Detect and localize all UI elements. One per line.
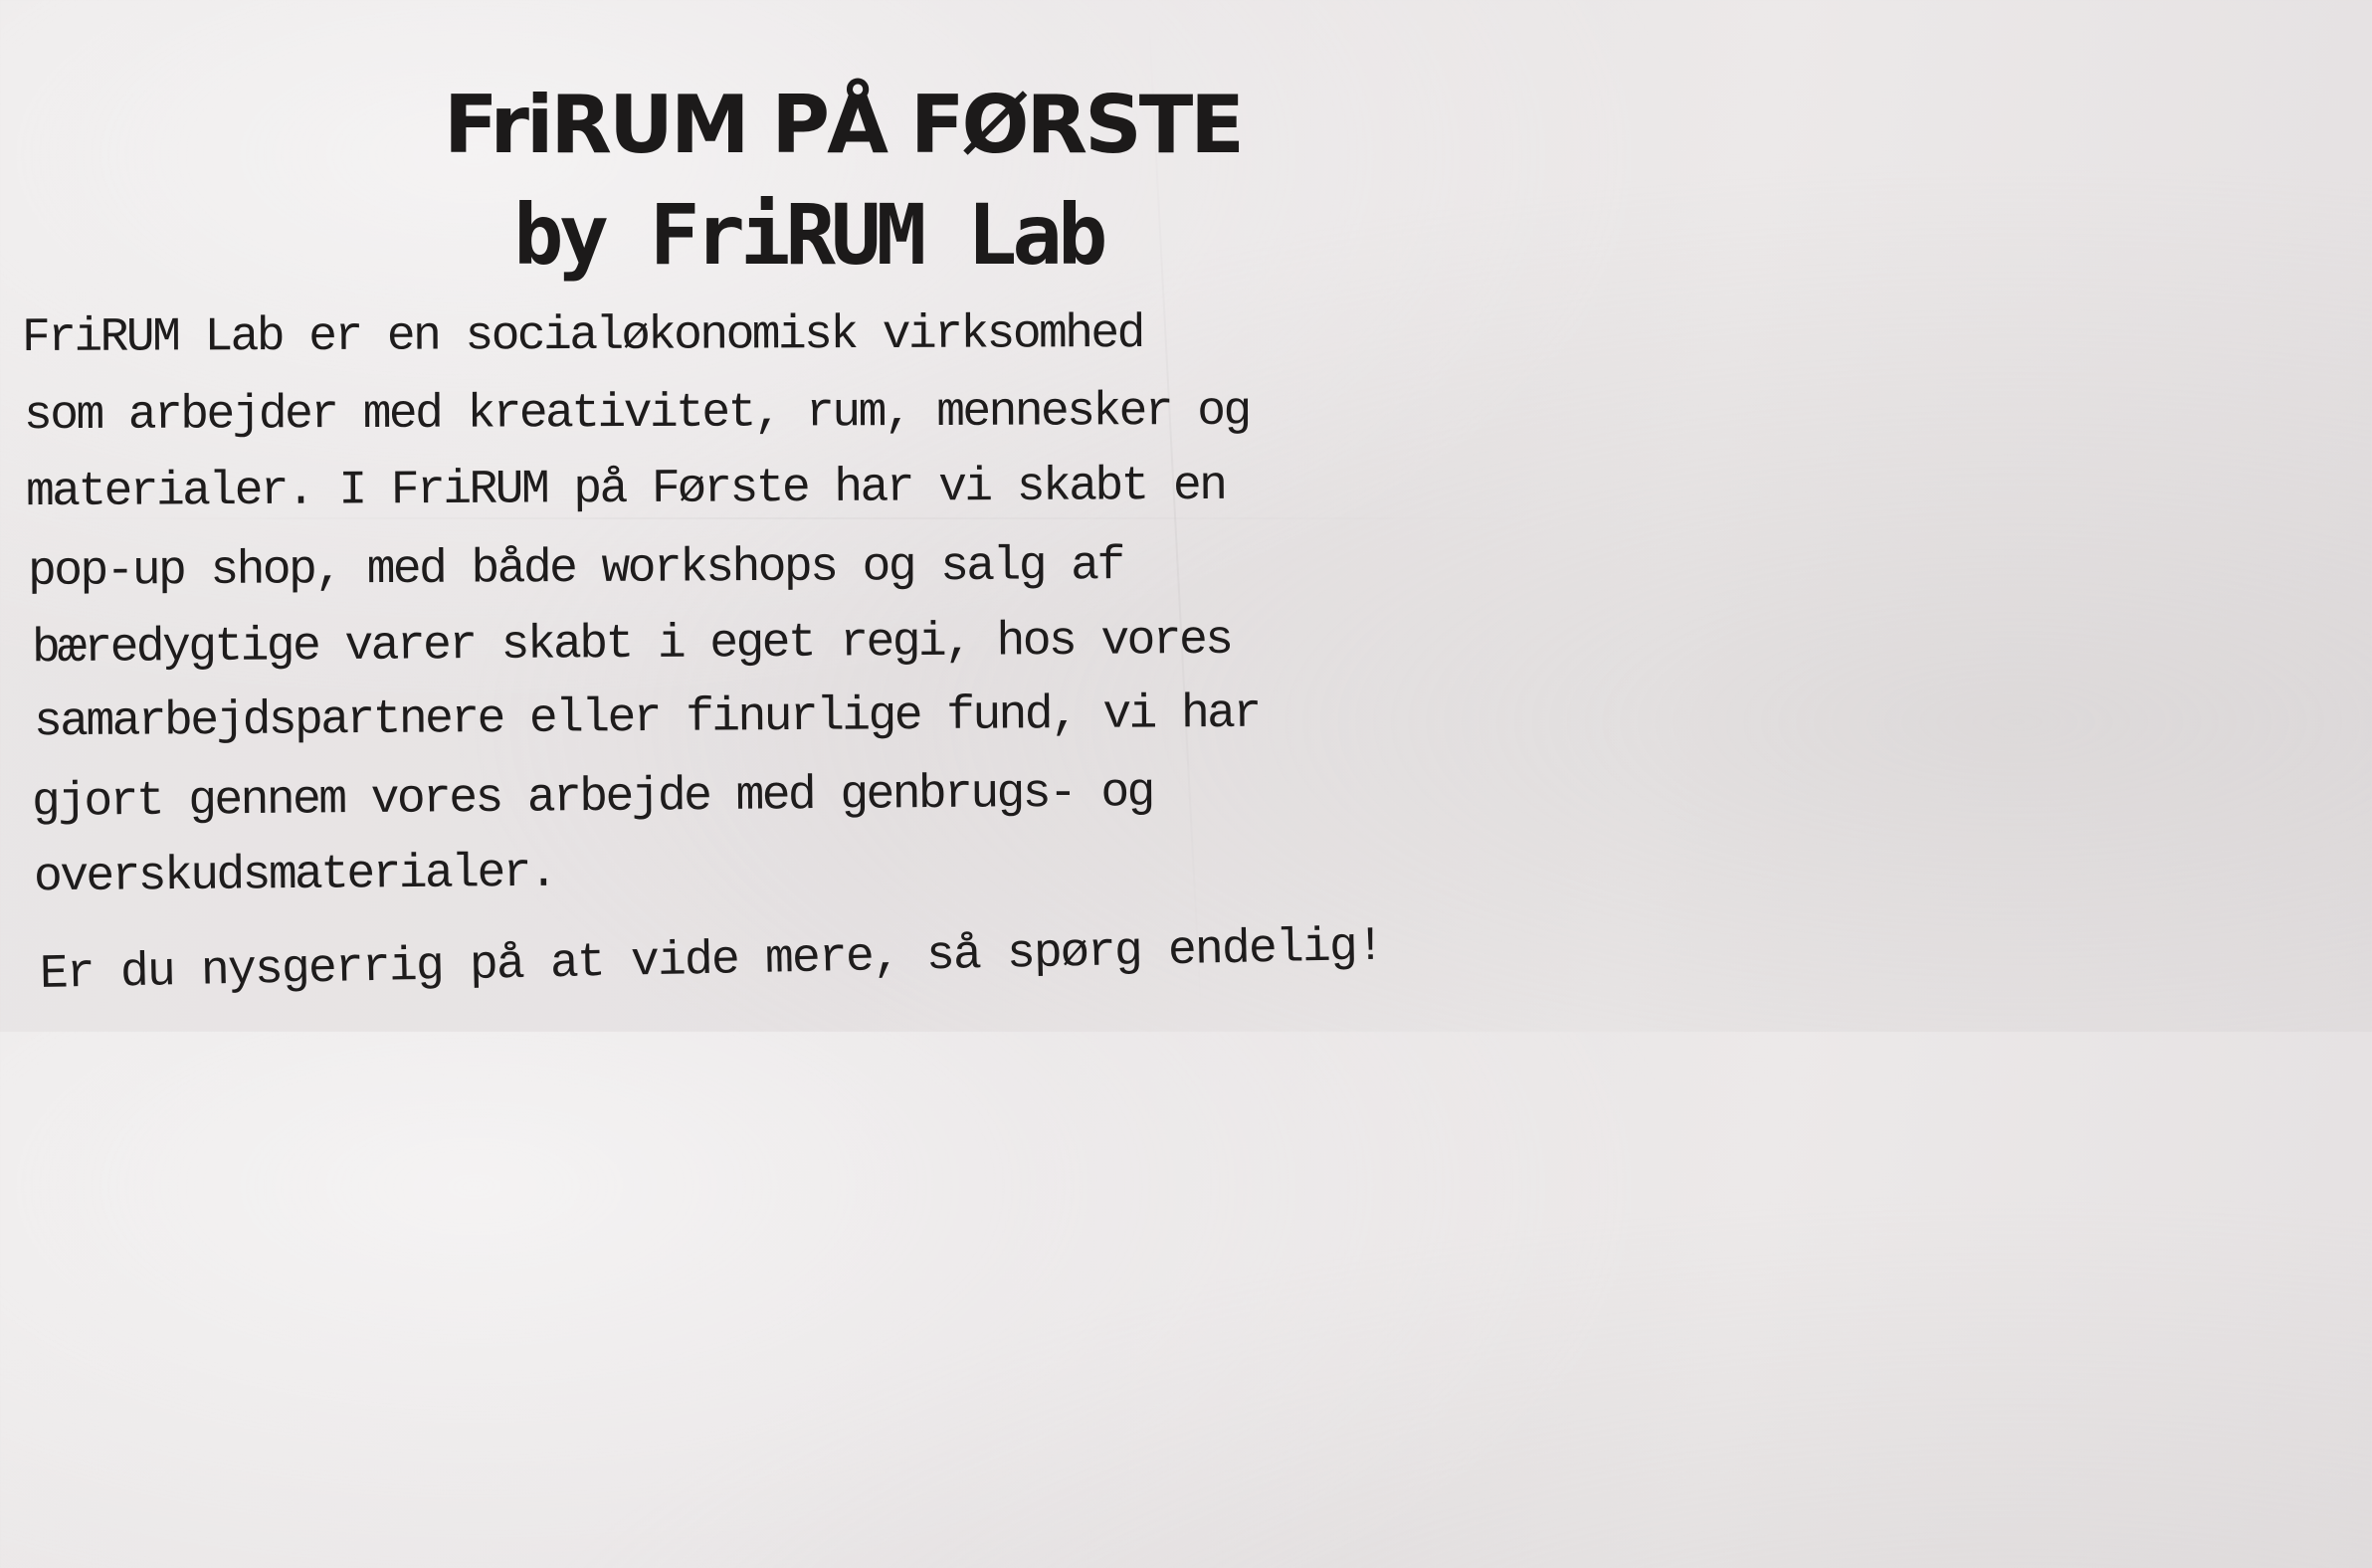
body-text-line: samarbejdspartnere eller finurlige fund,… bbox=[33, 686, 1260, 750]
body-text-line: gjort gennem vores arbejde med genbrugs-… bbox=[31, 766, 1154, 830]
body-text-line: pop-up shop, med både workshops og salg … bbox=[27, 539, 1123, 599]
body-text-line: materialer. I FriRUM på Første har vi sk… bbox=[25, 459, 1226, 520]
closing-line: Er du nysgerrig på at vide mere, så spør… bbox=[39, 919, 1384, 1002]
body-text-line: bæredygtige varer skabt i eget regi, hos… bbox=[31, 613, 1232, 677]
body-text-line: som arbejder med kreativitet, rum, menne… bbox=[23, 384, 1250, 444]
poster: FriRUM PÅ FØRSTE by FriRUM Lab FriRUM La… bbox=[0, 0, 1560, 1032]
poster-title: FriRUM PÅ FØRSTE bbox=[444, 79, 1245, 171]
body-text-line: FriRUM Lab er en socialøkonomisk virksom… bbox=[21, 307, 1143, 365]
body-text-line: overskudsmaterialer. bbox=[33, 846, 556, 905]
poster-subtitle: by FriRUM Lab bbox=[513, 186, 1107, 284]
